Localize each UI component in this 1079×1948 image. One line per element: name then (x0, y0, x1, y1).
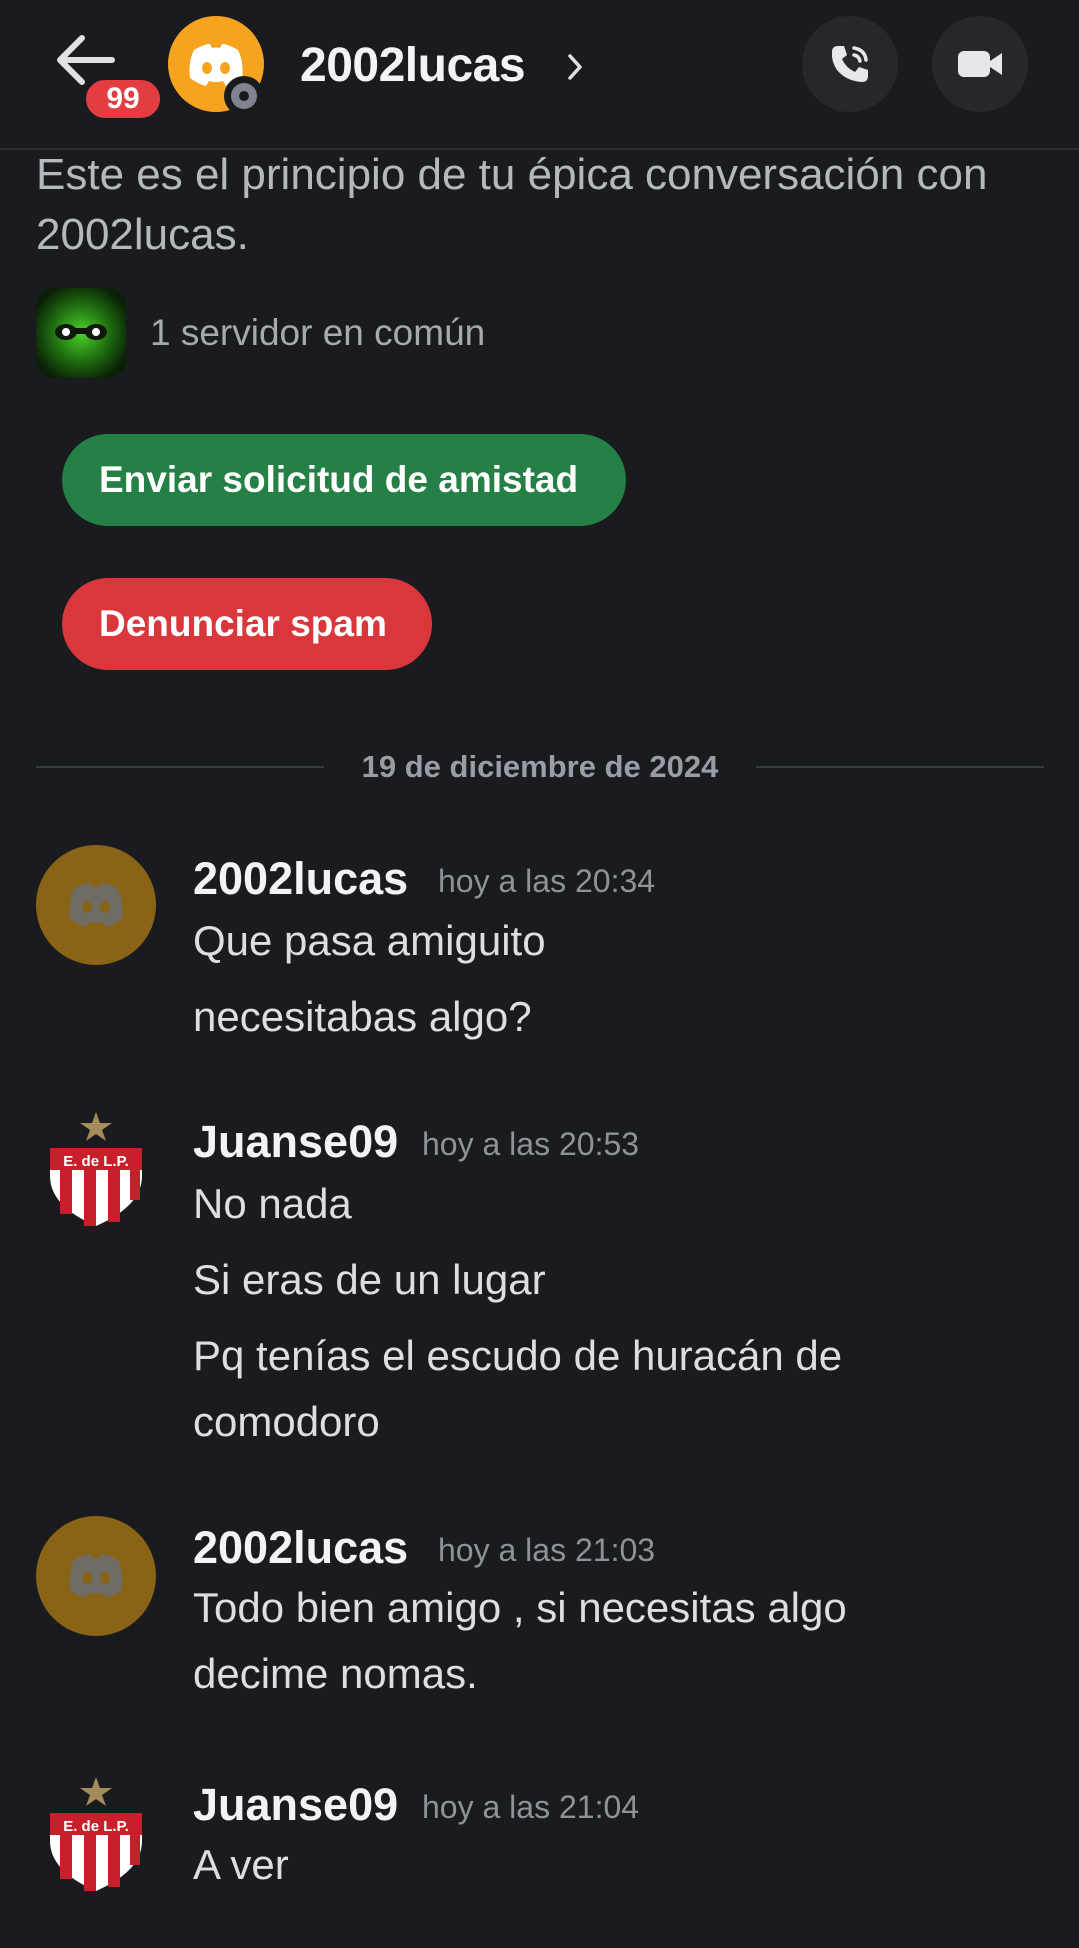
unread-badge: 99 (82, 76, 164, 122)
message-text: Pq tenías el escudo de huracán de (193, 1332, 843, 1379)
mutual-servers-text[interactable]: 1 servidor en común (150, 312, 485, 354)
mutual-server-icon[interactable] (36, 288, 126, 378)
avatar[interactable]: E. de L.P. (36, 1110, 156, 1230)
crest-text: E. de L.P. (63, 1818, 129, 1835)
star-icon (80, 1112, 112, 1141)
video-camera-icon (958, 51, 1002, 77)
message-text: No nada (193, 1180, 352, 1227)
message-group: E. de L.P. Juanse09 hoy a las 20:53 No n… (0, 1110, 1079, 1450)
status-indicator (224, 76, 264, 116)
date-label: 19 de diciembre de 2024 (361, 749, 719, 784)
message-text: Todo bien amigo , si necesitas algo (193, 1584, 847, 1631)
avatar[interactable]: E. de L.P. (36, 1775, 156, 1895)
message-text: comodoro (193, 1398, 380, 1445)
phone-icon (831, 46, 868, 82)
date-divider: 19 de diciembre de 2024 (36, 745, 1044, 789)
message-timestamp: hoy a las 20:53 (422, 1126, 640, 1162)
message-group: 2002lucas hoy a las 21:03 Todo bien amig… (0, 1516, 1079, 1716)
chat-username[interactable]: 2002lucas (300, 38, 526, 93)
avatar[interactable] (36, 845, 156, 965)
video-call-button[interactable] (932, 16, 1028, 112)
voice-call-button[interactable] (802, 16, 898, 112)
message-author[interactable]: 2002lucas (193, 853, 408, 905)
message-text: Si eras de un lugar (193, 1256, 546, 1303)
message-author[interactable]: Juanse09 (193, 1779, 398, 1831)
message-timestamp: hoy a las 20:34 (438, 863, 656, 899)
avatar[interactable] (36, 1516, 156, 1636)
message-text: decime nomas. (193, 1650, 478, 1697)
message-timestamp: hoy a las 21:03 (438, 1532, 656, 1568)
message-author[interactable]: 2002lucas (193, 1522, 408, 1574)
chat-header: 99 2002lucas (0, 0, 1079, 150)
discord-logo-icon (69, 883, 123, 927)
report-spam-button[interactable]: Denunciar spam (62, 578, 432, 670)
message-group: 2002lucas hoy a las 20:34 Que pasa amigu… (0, 845, 1079, 1045)
message-timestamp: hoy a las 21:04 (422, 1789, 640, 1825)
message-text: A ver (193, 1841, 289, 1888)
conversation-intro: Este es el principio de tu épica convers… (36, 150, 988, 259)
star-icon (80, 1777, 112, 1806)
message-group: E. de L.P. Juanse09 hoy a las 21:04 A ve… (0, 1775, 1079, 1915)
send-friend-request-button[interactable]: Enviar solicitud de amistad (62, 434, 626, 526)
discord-logo-icon (69, 1554, 123, 1598)
message-text: necesitabas algo? (193, 993, 532, 1040)
message-text: Que pasa amiguito (193, 917, 546, 964)
crest-text: E. de L.P. (63, 1153, 129, 1170)
chevron-right-icon[interactable] (566, 52, 584, 82)
message-author[interactable]: Juanse09 (193, 1116, 398, 1168)
